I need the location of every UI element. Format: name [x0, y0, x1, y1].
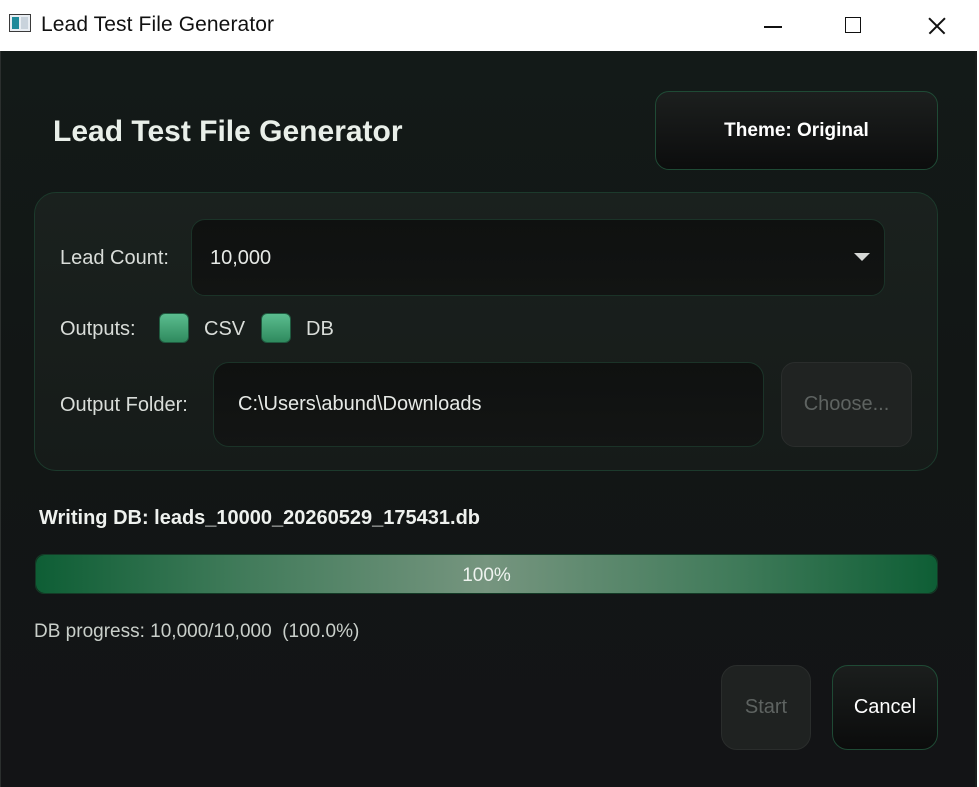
lead-count-value: 10,000 [210, 247, 272, 269]
db-checkbox-label[interactable]: DB [306, 318, 334, 341]
close-icon[interactable] [911, 8, 961, 44]
maximize-icon[interactable] [829, 8, 879, 44]
start-button[interactable]: Start [721, 665, 811, 750]
output-folder-label: Output Folder: [60, 394, 188, 416]
page-title: Lead Test File Generator [53, 115, 403, 148]
theme-button[interactable]: Theme: Original [655, 91, 938, 170]
window-title: Lead Test File Generator [41, 13, 275, 36]
output-folder-value: C:\Users\abund\Downloads [238, 393, 482, 415]
db-checkbox[interactable] [261, 313, 291, 343]
status-message: Writing DB: leads_10000_20260529_175431.… [39, 507, 481, 529]
lead-count-label: Lead Count: [60, 247, 169, 269]
progress-text: 100% [462, 565, 511, 586]
output-folder-field[interactable]: C:\Users\abund\Downloads [213, 362, 764, 447]
outputs-label: Outputs: [60, 318, 136, 340]
settings-panel: Lead Count: 10,000 Outputs: CSV DB Outpu… [34, 192, 938, 471]
cancel-button[interactable]: Cancel [832, 665, 938, 750]
minimize-icon[interactable] [748, 8, 798, 44]
csv-checkbox[interactable] [159, 313, 189, 343]
app-window-icon [9, 14, 31, 32]
lead-count-dropdown[interactable]: 10,000 [191, 219, 885, 296]
choose-folder-button[interactable]: Choose... [781, 362, 912, 447]
window-title-bar: Lead Test File Generator [0, 0, 979, 51]
db-progress-text: DB progress: 10,000/10,000 (100.0%) [34, 621, 360, 642]
app-client-area: Lead Test File Generator Theme: Original… [0, 51, 977, 787]
csv-checkbox-label[interactable]: CSV [204, 318, 245, 341]
progress-bar: 100% [35, 554, 938, 594]
